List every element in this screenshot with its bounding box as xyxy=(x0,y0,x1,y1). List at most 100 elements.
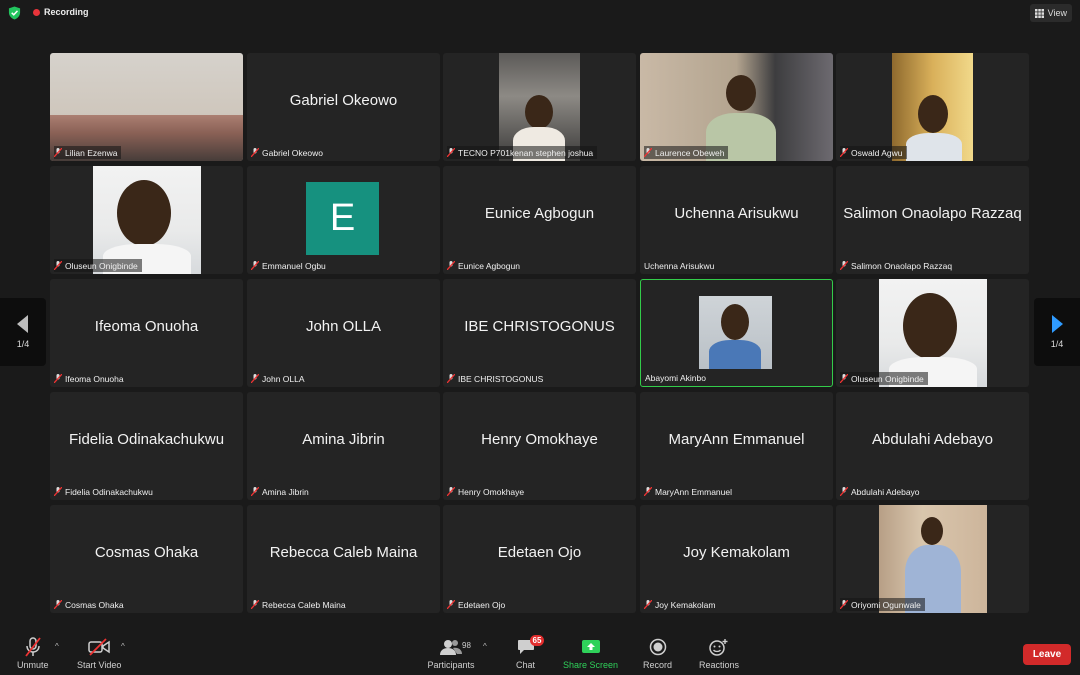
participant-tile[interactable]: Oswald Agwu xyxy=(836,53,1029,161)
participant-name: Laurence Obeweh xyxy=(655,147,725,158)
participant-name-tag: Lilian Ezenwa xyxy=(54,146,122,159)
participant-name-tag: Uchenna Arisukwu xyxy=(644,259,718,272)
leave-button[interactable]: Leave xyxy=(1023,644,1071,665)
muted-mic-icon xyxy=(840,148,848,157)
participant-name-tag: Laurence Obeweh xyxy=(644,146,729,159)
participant-name: Oluseun Onigbinde xyxy=(851,373,924,384)
participant-name-tag: MaryAnn Emmanuel xyxy=(644,485,736,498)
participant-tile[interactable]: Fidelia Odinakachukwu Fidelia Odinakachu… xyxy=(50,392,243,500)
chat-button[interactable]: 65 Chat xyxy=(516,635,545,670)
muted-mic-icon xyxy=(447,600,455,609)
participant-name-tag: IBE CHRISTOGONUS xyxy=(447,372,547,385)
chat-label: Chat xyxy=(516,660,536,670)
participant-tile[interactable]: Edetaen Ojo Edetaen Ojo xyxy=(443,505,636,613)
participant-tile[interactable]: Gabriel Okeowo Gabriel Okeowo xyxy=(247,53,440,161)
participant-video xyxy=(879,505,987,613)
participant-name: Amina Jibrin xyxy=(262,486,309,497)
muted-mic-icon xyxy=(251,148,259,157)
audio-options-chevron-icon[interactable]: ^ xyxy=(55,642,59,651)
participant-tile[interactable]: TECNO P701kenan stephen joshua xyxy=(443,53,636,161)
participant-name: MaryAnn Emmanuel xyxy=(655,486,733,497)
participant-name-tag: John OLLA xyxy=(251,372,309,385)
participant-name: IBE CHRISTOGONUS xyxy=(458,373,544,384)
participant-tile[interactable]: John OLLA John OLLA xyxy=(247,279,440,387)
muted-mic-icon xyxy=(447,374,455,383)
share-screen-button[interactable]: Share Screen xyxy=(563,637,618,670)
recording-label: Recording xyxy=(44,7,89,17)
participant-tile[interactable]: Cosmas Ohaka Cosmas Ohaka xyxy=(50,505,243,613)
video-options-chevron-icon[interactable]: ^ xyxy=(121,642,125,651)
participant-name: Oriyomi Ogunwale xyxy=(851,599,921,610)
muted-mic-icon xyxy=(54,261,62,270)
participant-name: Abdulahi Adebayo xyxy=(851,486,920,497)
participant-display-name: Fidelia Odinakachukwu xyxy=(68,430,225,448)
page-indicator-right: 1/4 xyxy=(1050,339,1064,349)
muted-mic-icon xyxy=(447,487,455,496)
participant-name-tag: Edetaen Ojo xyxy=(447,598,509,611)
security-shield-icon[interactable] xyxy=(8,6,21,20)
participant-tile[interactable]: MaryAnn Emmanuel MaryAnn Emmanuel xyxy=(640,392,833,500)
participant-tile[interactable]: Henry Omokhaye Henry Omokhaye xyxy=(443,392,636,500)
unmute-button[interactable]: Unmute xyxy=(17,637,49,670)
reactions-label: Reactions xyxy=(699,660,740,670)
participant-name-tag: Rebecca Caleb Maina xyxy=(251,598,350,611)
participant-tile[interactable]: Rebecca Caleb Maina Rebecca Caleb Maina xyxy=(247,505,440,613)
chat-unread-badge: 65 xyxy=(529,635,545,646)
participant-name: Fidelia Odinakachukwu xyxy=(65,486,153,497)
participant-tile[interactable]: Oluseun Onigbinde xyxy=(50,166,243,274)
participant-display-name: Edetaen Ojo xyxy=(497,543,582,561)
participant-display-name: Rebecca Caleb Maina xyxy=(269,543,418,561)
muted-mic-icon xyxy=(840,487,848,496)
participant-tile[interactable]: Salimon Onaolapo Razzaq Salimon Onaolapo… xyxy=(836,166,1029,274)
participant-tile[interactable]: Oluseun Onigbinde xyxy=(836,279,1029,387)
participants-button[interactable]: 98 Participants xyxy=(426,637,476,670)
participant-name: Oluseun Onigbinde xyxy=(65,260,138,271)
grid-view-icon xyxy=(1034,8,1044,18)
participant-name: Henry Omokhaye xyxy=(458,486,525,497)
participant-name: Ifeoma Onuoha xyxy=(65,373,124,384)
participant-tile[interactable]: Eunice Agbogun Eunice Agbogun xyxy=(443,166,636,274)
participant-tile[interactable]: Oriyomi Ogunwale xyxy=(836,505,1029,613)
participant-tile[interactable]: Abdulahi Adebayo Abdulahi Adebayo xyxy=(836,392,1029,500)
participant-name-tag: Oswald Agwu xyxy=(840,146,907,159)
muted-mic-icon xyxy=(644,148,652,157)
participant-display-name: MaryAnn Emmanuel xyxy=(668,430,805,448)
active-speaker-tile[interactable]: Abayomi Akinbo xyxy=(640,279,833,387)
participant-tile[interactable]: Joy Kemakolam Joy Kemakolam xyxy=(640,505,833,613)
participant-name-tag: Abdulahi Adebayo xyxy=(840,485,924,498)
participant-tile[interactable]: Amina Jibrin Amina Jibrin xyxy=(247,392,440,500)
participants-options-chevron-icon[interactable]: ^ xyxy=(483,642,487,651)
participant-name-tag: Ifeoma Onuoha xyxy=(54,372,128,385)
share-screen-icon xyxy=(581,640,600,653)
participant-name-tag: Cosmas Ohaka xyxy=(54,598,128,611)
participant-tile[interactable]: Lilian Ezenwa xyxy=(50,53,243,161)
record-label: Record xyxy=(643,660,673,670)
participant-name: Salimon Onaolapo Razzaq xyxy=(851,260,953,271)
meeting-toolbar: Unmute ^ Start Video ^ 98 Participants ^ xyxy=(0,633,1080,675)
record-button[interactable]: Record xyxy=(643,637,672,670)
participant-name: Gabriel Okeowo xyxy=(262,147,323,158)
participant-name: Uchenna Arisukwu xyxy=(644,260,715,271)
previous-page-button[interactable]: 1/4 xyxy=(0,298,46,366)
participant-tile[interactable]: Ifeoma Onuoha Ifeoma Onuoha xyxy=(50,279,243,387)
next-page-button[interactable]: 1/4 xyxy=(1034,298,1080,366)
participant-display-name: John OLLA xyxy=(305,317,382,335)
participant-tile[interactable]: E Emmanuel Ogbu xyxy=(247,166,440,274)
participant-name-tag: Henry Omokhaye xyxy=(447,485,528,498)
participant-display-name: IBE CHRISTOGONUS xyxy=(464,317,615,335)
start-video-button[interactable]: Start Video xyxy=(77,637,121,670)
participant-tile[interactable]: Laurence Obeweh xyxy=(640,53,833,161)
participant-name: Joy Kemakolam xyxy=(655,599,716,610)
participant-display-name: Cosmas Ohaka xyxy=(94,543,199,561)
reactions-button[interactable]: Reactions xyxy=(699,637,739,670)
participant-tile[interactable]: IBE CHRISTOGONUS IBE CHRISTOGONUS xyxy=(443,279,636,387)
participant-video xyxy=(50,53,243,161)
participant-name: Oswald Agwu xyxy=(851,147,903,158)
recording-indicator[interactable]: Recording xyxy=(33,7,89,17)
muted-microphone-icon xyxy=(25,637,41,657)
view-button[interactable]: View xyxy=(1029,4,1072,22)
participant-tile[interactable]: Uchenna Arisukwu Uchenna Arisukwu xyxy=(640,166,833,274)
participant-name-tag: Abayomi Akinbo xyxy=(645,371,710,384)
participant-video xyxy=(93,166,201,274)
record-icon xyxy=(649,638,666,656)
